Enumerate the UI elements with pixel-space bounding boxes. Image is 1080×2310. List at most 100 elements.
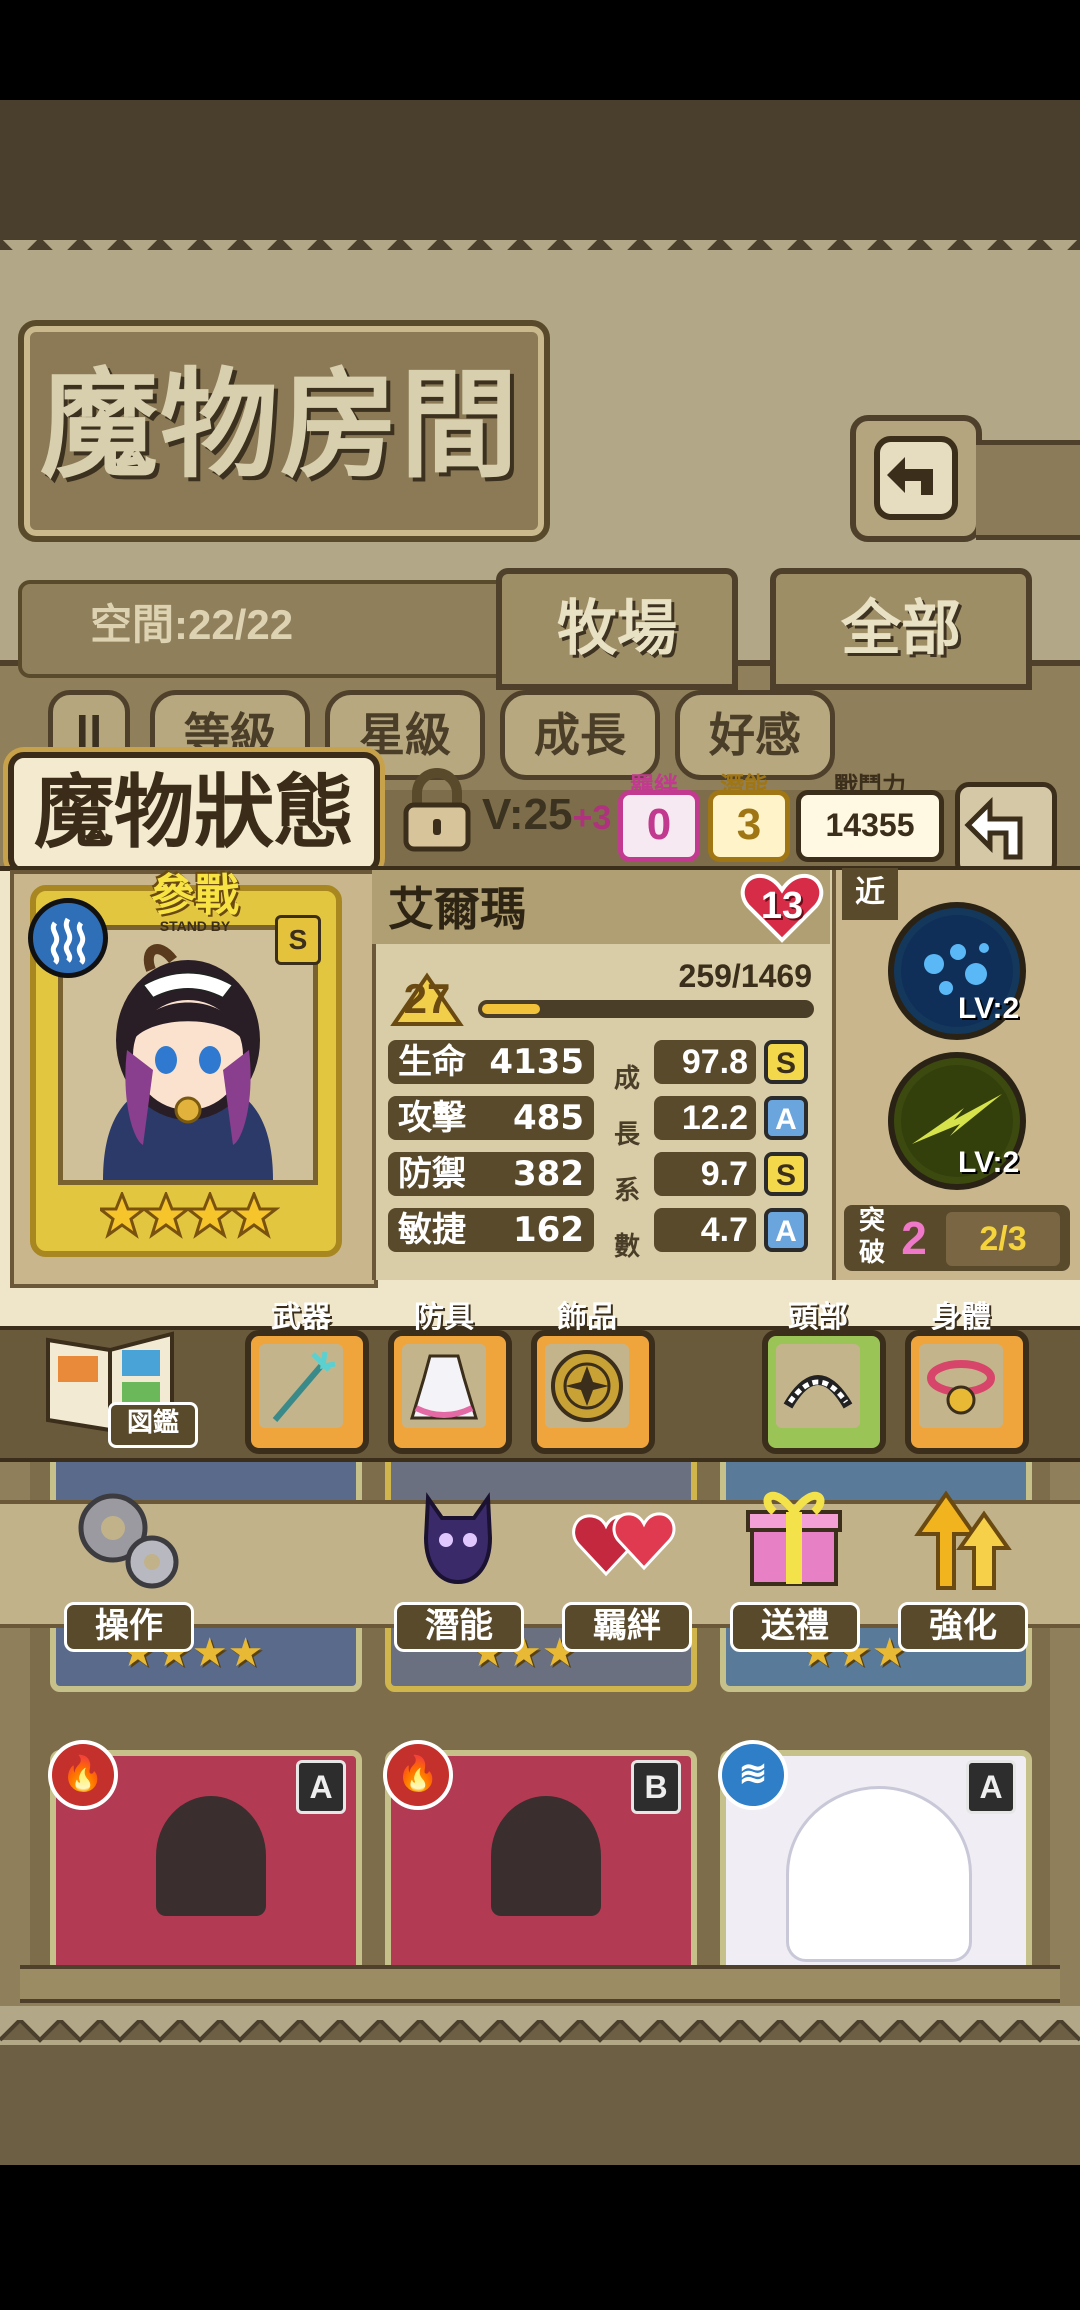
gears-icon xyxy=(78,1493,179,1589)
action-label: 羈絆 xyxy=(562,1602,692,1652)
lock-icon[interactable] xyxy=(392,765,482,855)
bond-value: 0 xyxy=(618,790,700,862)
space-count: 空間:22/22 xyxy=(90,601,294,648)
breakthrough-value: 2 xyxy=(901,1212,927,1264)
growth-grade-badge: S xyxy=(764,1152,808,1196)
monster-portrait xyxy=(786,1786,972,1962)
breakthrough-label: 突破 xyxy=(858,1206,885,1268)
action-operate-button[interactable]: 操作 xyxy=(58,1478,198,1652)
action-enhance-button[interactable]: 強化 xyxy=(892,1478,1032,1652)
back-button-tail xyxy=(976,440,1080,540)
equip-label: 頭部 xyxy=(788,1300,848,1335)
exp-bar-fill xyxy=(482,1004,540,1014)
trident-icon xyxy=(259,1344,343,1428)
growth-label-char: 長 xyxy=(613,1120,640,1150)
equip-slot-accessory[interactable] xyxy=(531,1330,655,1454)
return-button[interactable] xyxy=(955,782,1057,877)
back-arrow-icon xyxy=(874,436,958,520)
breakthrough-progress: 2/3 xyxy=(946,1212,1060,1266)
growth-label-char: 系 xyxy=(613,1176,640,1206)
bell-collar-icon xyxy=(919,1344,1003,1428)
action-gift-button[interactable]: 送禮 xyxy=(724,1478,864,1652)
rank-badge: A xyxy=(296,1760,346,1814)
shadow-demon-icon xyxy=(423,1492,493,1585)
sort-growth-button[interactable]: 成長 xyxy=(500,690,660,780)
water-element-icon xyxy=(28,898,108,978)
level-tag-value: V:25 xyxy=(482,790,573,839)
stat-attack: 攻擊 485 xyxy=(388,1096,594,1140)
affection-value: 13 xyxy=(760,885,804,927)
action-potential-button[interactable]: 潛能 xyxy=(388,1478,528,1652)
growth-grade-badge: S xyxy=(764,1040,808,1084)
fire-element-icon: 🔥 xyxy=(48,1740,118,1810)
equip-slot-weapon[interactable] xyxy=(245,1330,369,1454)
sort-affection-button[interactable]: 好感 xyxy=(675,690,835,780)
gift-box-icon xyxy=(746,1491,842,1586)
stat-value: 4135 xyxy=(489,1042,584,1082)
equip-label: 防具 xyxy=(414,1300,474,1335)
action-bond-button[interactable]: 羈絆 xyxy=(556,1478,696,1652)
growth-defense: 9.7 xyxy=(654,1152,756,1196)
equip-label: 身體 xyxy=(931,1300,991,1335)
growth-grade-badge: A xyxy=(764,1208,808,1252)
return-arrow-icon xyxy=(964,796,1023,860)
stat-label: 攻擊 xyxy=(398,1098,466,1138)
status-bar-area xyxy=(0,0,1080,100)
rank-badge: B xyxy=(631,1760,681,1814)
rank-badge: A xyxy=(966,1760,1016,1814)
fire-element-icon: 🔥 xyxy=(383,1740,453,1810)
battle-tag: 參戰 xyxy=(151,870,239,921)
equip-slot-armor[interactable] xyxy=(388,1330,512,1454)
stat-value: 485 xyxy=(513,1098,584,1138)
action-label: 潛能 xyxy=(394,1602,524,1652)
tab-all[interactable]: 全部 xyxy=(770,568,1032,690)
header-strip xyxy=(0,100,1080,250)
up-arrows-icon xyxy=(914,1490,1012,1590)
hearts-icon xyxy=(572,1512,676,1577)
level-tag-plus: +3 xyxy=(572,799,612,837)
footer-strip xyxy=(0,2045,1080,2165)
star-icons xyxy=(95,1189,281,1239)
action-label: 強化 xyxy=(898,1602,1028,1652)
level-value: 27 xyxy=(403,975,451,1022)
growth-grade-badge: A xyxy=(764,1096,808,1140)
standby-label: STAND BY xyxy=(159,918,231,934)
equip-slot-body[interactable] xyxy=(905,1330,1029,1454)
card-rank-badge: S xyxy=(275,915,321,965)
monster-name: 艾爾瑪 xyxy=(388,882,526,936)
navigation-bar-area xyxy=(0,2165,1080,2310)
power-value: 14355 xyxy=(796,790,944,862)
stat-defense: 防禦 382 xyxy=(388,1152,594,1196)
growth-label-char: 成 xyxy=(613,1064,640,1094)
stat-value: 382 xyxy=(513,1154,584,1194)
growth-attack: 12.2 xyxy=(654,1096,756,1140)
stat-value: 162 xyxy=(513,1210,584,1250)
growth-agility: 4.7 xyxy=(654,1208,756,1252)
equip-label: 飾品 xyxy=(557,1300,617,1335)
exp-text: 259/1469 xyxy=(678,958,812,994)
equip-label: 武器 xyxy=(271,1300,331,1335)
maid-dress-icon xyxy=(402,1344,486,1428)
action-label: 操作 xyxy=(64,1602,194,1652)
action-label: 送禮 xyxy=(730,1602,860,1652)
range-tag: 近 xyxy=(842,868,898,920)
skill-level: LV:2 xyxy=(958,1146,1020,1179)
back-button[interactable] xyxy=(850,415,982,542)
stat-label: 生命 xyxy=(398,1042,466,1082)
potential-value: 3 xyxy=(708,790,790,862)
encyclopedia-label: 図鑑 xyxy=(108,1402,198,1448)
monster-portrait xyxy=(491,1796,601,1916)
status-title: 魔物狀態 xyxy=(8,752,380,874)
grid-bottom-border xyxy=(20,1965,1060,2003)
monster-portrait xyxy=(156,1796,266,1916)
equip-slot-head[interactable] xyxy=(762,1330,886,1454)
stars-rating xyxy=(95,1189,281,1240)
affection-heart-icon: 13 xyxy=(740,872,824,944)
water-element-icon: ≋ xyxy=(718,1740,788,1810)
page-title: 魔物房間 xyxy=(40,355,521,494)
tab-ranch[interactable]: 牧場 xyxy=(496,568,738,690)
stat-agility: 敏捷 162 xyxy=(388,1208,594,1252)
growth-hp: 97.8 xyxy=(654,1040,756,1084)
gold-medallion-icon xyxy=(545,1344,629,1428)
stat-hp: 生命 4135 xyxy=(388,1040,594,1084)
